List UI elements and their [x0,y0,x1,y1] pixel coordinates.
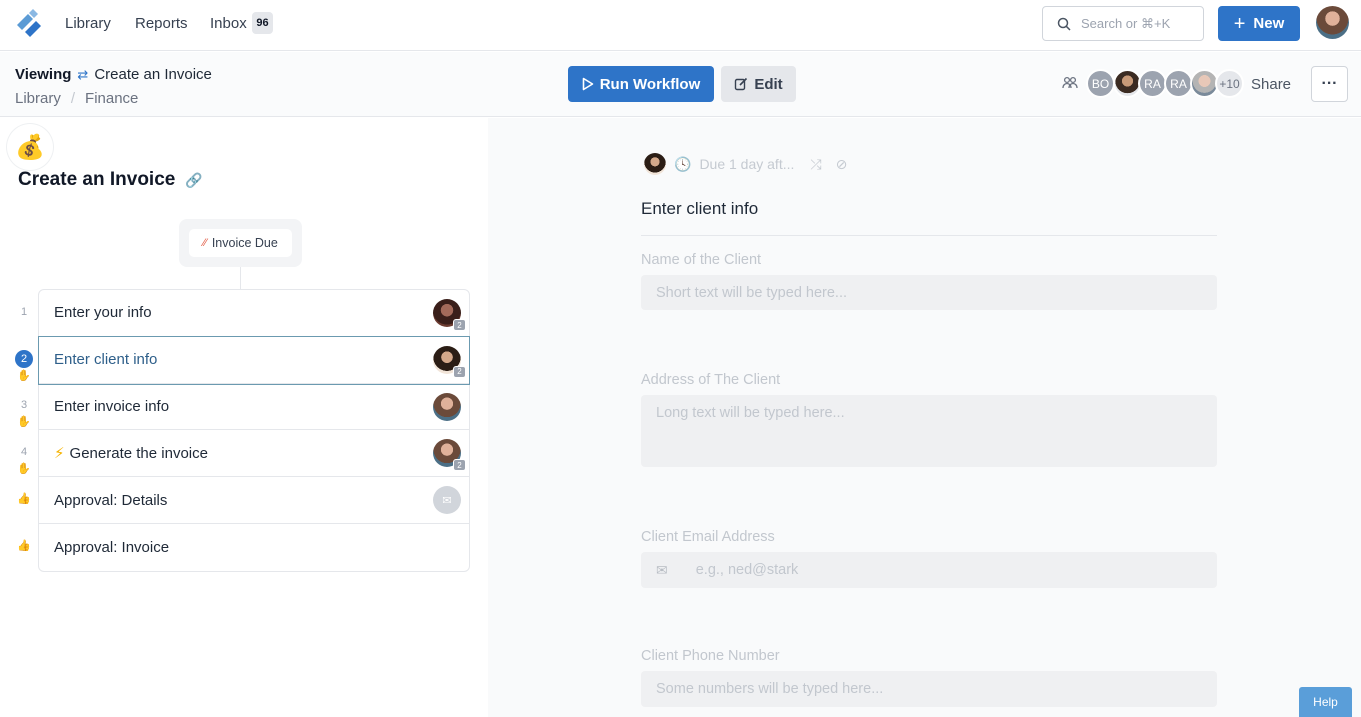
client-phone-input[interactable]: Some numbers will be typed here... [641,671,1217,707]
assignee-avatar[interactable] [644,153,666,175]
task-label: Enter invoice info [54,397,170,415]
input-placeholder: Short text will be typed here... [656,284,848,301]
search-placeholder: Search or ⌘+K [1081,15,1171,31]
edit-label: Edit [754,75,783,93]
money-bag-icon[interactable]: 💰 [7,124,53,170]
connector-line [240,267,241,289]
more-options-button[interactable]: ··· [1311,66,1348,102]
breadcrumb-separator: / [70,90,76,107]
workflow-outline-panel: 💰 Create an Invoice 🔗 ⁄⁄ Invoice Due 1 2… [0,118,488,717]
edit-button[interactable]: Edit [721,66,796,102]
assignee-count: 2 [453,365,466,378]
task-item[interactable]: Approval: Details ✉ [39,477,469,524]
workflow-title: Create an Invoice 🔗 [18,169,203,191]
task-label: Approval: Invoice [54,538,170,556]
member-avatar[interactable]: RA [1138,69,1167,98]
shuffle-icon[interactable]: ⤮ [810,156,821,173]
task-item-active[interactable]: Enter client info 2 [38,335,470,385]
viewing-label: Viewing [15,66,72,83]
clock-icon: 🕓 [674,155,692,172]
hand-icon: ✋ [17,463,31,475]
breadcrumb-library[interactable]: Library [15,90,61,107]
step-number: 1 [20,306,28,318]
field-label: Name of the Client [641,252,762,268]
step-title: Enter client info [641,199,759,218]
trigger-label: Invoice Due [211,236,278,250]
trigger-invoice-due[interactable]: ⁄⁄ Invoice Due [189,229,292,257]
step-meta: 🕓 Due 1 day aft... ⤮ ⊘ [644,153,847,175]
workflow-name: Create an Invoice [94,66,212,83]
task-item[interactable]: Approval: Invoice [39,524,469,571]
more-members-count[interactable]: +10 [1215,69,1244,98]
edit-icon [735,77,748,91]
input-placeholder: Long text will be typed here... [656,405,845,421]
task-item[interactable]: ⚡ Generate the invoice 2 [39,430,469,478]
lightning-icon: ⚡ [54,445,65,463]
thumbs-up-icon: 👍 [17,493,31,505]
workflow-title-text: Create an Invoice [18,169,176,190]
assignee-count: 2 [453,319,466,331]
run-workflow-label: Run Workflow [599,75,701,93]
hand-icon: ✋ [17,370,31,382]
new-button[interactable]: + New [1218,6,1300,41]
new-button-label: New [1253,15,1285,32]
assignee-count: 2 [453,459,466,472]
trigger-container: ⁄⁄ Invoice Due [179,219,302,267]
link-icon[interactable]: 🔗 [185,172,202,189]
thumbs-up-icon: 👍 [17,540,31,552]
task-item[interactable]: Enter invoice info [39,384,469,431]
run-workflow-button[interactable]: Run Workflow [568,66,714,102]
envelope-icon: ✉ [433,486,461,515]
share-button[interactable]: Share [1251,76,1291,93]
eye-off-icon[interactable]: ⊘ [836,156,848,173]
task-list: Enter your info 2 Enter client info 2 En… [38,289,470,572]
client-email-input[interactable]: ✉ e.g., ned@stark [641,552,1217,588]
play-icon [582,77,594,91]
top-navigation: Library Reports Inbox 96 Search or ⌘+K +… [0,0,1361,51]
task-label: Enter client info [54,351,158,369]
nav-reports-link[interactable]: Reports [135,15,188,32]
envelope-icon: ✉ [656,561,668,578]
plus-icon: + [1233,12,1246,35]
hand-icon: ✋ [17,416,31,428]
due-date[interactable]: Due 1 day aft... [699,156,794,172]
help-button[interactable]: Help [1299,687,1352,717]
members-icon[interactable] [1062,76,1078,93]
task-label: Generate the invoice [69,444,208,462]
step-number-active: 2 [15,350,33,368]
step-number: 4 [20,446,28,458]
divider [641,235,1217,236]
assignee-avatar [433,392,461,421]
input-placeholder: e.g., ned@stark [695,562,799,578]
field-label: Address of The Client [641,372,781,388]
input-placeholder: Some numbers will be typed here... [656,681,884,697]
task-label: Enter your info [54,304,152,322]
step-detail-panel: 🕓 Due 1 day aft... ⤮ ⊘ Enter client info… [488,118,1361,717]
inbox-count-badge: 96 [252,12,273,34]
breadcrumb: Library / Finance [15,90,138,107]
search-icon [1057,17,1071,31]
monday-logo-icon: ⁄⁄ [203,237,207,249]
nav-library-link[interactable]: Library [65,15,111,32]
task-item[interactable]: Enter your info 2 [39,290,469,337]
user-avatar[interactable] [1316,6,1349,39]
member-avatar[interactable]: BO [1086,69,1115,98]
client-address-textarea[interactable]: Long text will be typed here... [641,395,1217,467]
search-input[interactable]: Search or ⌘+K [1042,6,1204,41]
breadcrumb-finance[interactable]: Finance [85,90,138,107]
field-label: Client Phone Number [641,648,780,664]
nav-inbox-link[interactable]: Inbox [210,15,247,32]
workflow-icon: ⇄ [77,66,89,82]
task-label: Approval: Details [54,491,168,509]
member-avatar[interactable]: RA [1164,69,1193,98]
client-name-input[interactable]: Short text will be typed here... [641,275,1217,310]
app-logo-icon[interactable] [14,8,44,38]
step-number: 3 [20,399,28,411]
viewing-title: Viewing ⇄ Create an Invoice [15,66,212,83]
field-label: Client Email Address [641,529,775,545]
workflow-header: Viewing ⇄ Create an Invoice Library / Fi… [0,52,1361,117]
